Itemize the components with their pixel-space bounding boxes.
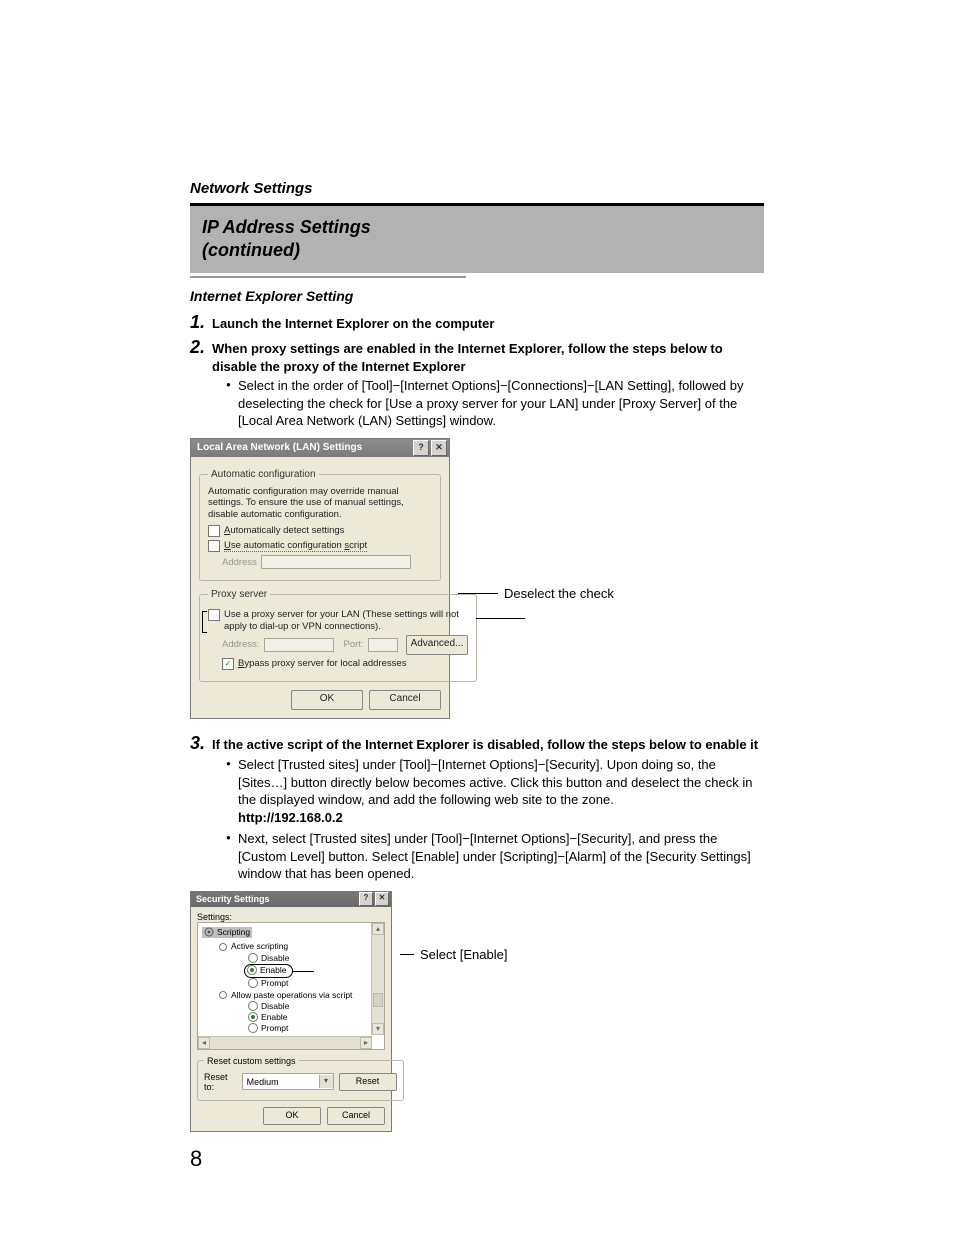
bullet: Select [Trusted sites] under [Tool]−[Int… xyxy=(226,756,764,826)
autoconfig-desc: Automatic configuration may override man… xyxy=(208,486,432,520)
tree-option[interactable]: Disable xyxy=(248,953,368,964)
enable-highlight: Enable xyxy=(244,964,293,978)
security-title: Security Settings xyxy=(196,894,270,904)
tree-label: Active scripting xyxy=(231,941,288,952)
tree-scripting[interactable]: Scripting xyxy=(202,927,252,938)
use-proxy-label: Use a proxy server for your LAN (These s… xyxy=(224,609,468,632)
scroll-up-icon[interactable]: ▴ xyxy=(372,923,384,935)
help-button[interactable]: ? xyxy=(413,440,429,456)
proxy-port-input[interactable] xyxy=(368,638,398,652)
gear-icon xyxy=(218,942,228,952)
proxy-address-input[interactable] xyxy=(264,638,334,652)
callout-bracket xyxy=(202,611,207,633)
security-callout: Select [Enable] xyxy=(420,947,507,962)
gear-icon xyxy=(204,927,214,937)
rule-mid xyxy=(190,276,466,278)
settings-tree[interactable]: Scripting Active scripting Disable xyxy=(197,922,385,1050)
help-button[interactable]: ? xyxy=(359,892,373,906)
step-text: If the active script of the Internet Exp… xyxy=(212,736,764,754)
close-button[interactable]: ✕ xyxy=(375,892,389,906)
lan-title: Local Area Network (LAN) Settings xyxy=(197,442,362,453)
tree-option[interactable]: Disable xyxy=(248,1001,368,1012)
gear-icon xyxy=(218,990,228,1000)
autoconfig-legend: Automatic configuration xyxy=(208,469,319,480)
address-label: Address xyxy=(222,557,257,568)
step-text: When proxy settings are enabled in the I… xyxy=(212,340,764,375)
url-text: http://192.168.0.2 xyxy=(238,810,343,825)
tree-option-enable[interactable]: Enable xyxy=(244,964,368,978)
security-titlebar: Security Settings ? ✕ xyxy=(191,892,391,907)
cancel-button[interactable]: Cancel xyxy=(327,1107,385,1125)
step-text: Launch the Internet Explorer on the comp… xyxy=(212,315,764,333)
lan-callout: Deselect the check xyxy=(504,586,614,601)
tree-label: Scripting xyxy=(217,927,250,938)
bullet: Next, select [Trusted sites] under [Tool… xyxy=(226,830,764,883)
proxy-port-label: Port: xyxy=(344,639,364,650)
step-3: 3. If the active script of the Internet … xyxy=(190,733,764,754)
address-input[interactable] xyxy=(261,555,411,569)
tree-active-scripting[interactable]: Active scripting xyxy=(218,941,368,952)
lan-titlebar: Local Area Network (LAN) Settings ? ✕ xyxy=(191,439,449,457)
autoconfig-group: Automatic configuration Automatic config… xyxy=(199,469,441,582)
bypass-checkbox[interactable]: ✓ xyxy=(222,658,234,670)
reset-legend: Reset custom settings xyxy=(204,1056,299,1066)
reset-to-label: Reset to: xyxy=(204,1072,237,1092)
lan-figure: Local Area Network (LAN) Settings ? ✕ Au… xyxy=(190,438,764,719)
bullet-text: Select [Trusted sites] under [Tool]−[Int… xyxy=(238,757,752,807)
banner-title-line1: IP Address Settings xyxy=(202,216,752,239)
subheading: Internet Explorer Setting xyxy=(190,288,764,304)
use-script-checkbox[interactable] xyxy=(208,540,220,552)
scroll-thumb[interactable] xyxy=(373,993,383,1007)
reset-level-value: Medium xyxy=(247,1077,279,1087)
tree-allow-paste[interactable]: Allow paste operations via script xyxy=(218,990,368,1001)
security-dialog: Security Settings ? ✕ Settings: Scriptin… xyxy=(190,891,392,1132)
bypass-label: Bypass proxy server for local addresses xyxy=(238,658,406,669)
chevron-down-icon: ▾ xyxy=(319,1075,333,1088)
horizontal-scrollbar[interactable]: ◂ ▸ xyxy=(198,1036,372,1049)
use-proxy-checkbox[interactable] xyxy=(208,609,220,621)
tree-option[interactable]: Prompt xyxy=(248,1023,368,1034)
close-button[interactable]: ✕ xyxy=(431,440,447,456)
proxy-address-label: Address: xyxy=(222,639,260,650)
title-banner: IP Address Settings (continued) xyxy=(190,206,764,273)
callout-tail xyxy=(292,971,314,972)
cancel-button[interactable]: Cancel xyxy=(369,690,441,710)
step-1: 1. Launch the Internet Explorer on the c… xyxy=(190,312,764,333)
tree-option[interactable]: Enable xyxy=(248,1012,368,1023)
auto-detect-checkbox[interactable] xyxy=(208,525,220,537)
reset-level-select[interactable]: Medium ▾ xyxy=(242,1073,334,1090)
tree-label: Allow paste operations via script xyxy=(231,990,352,1001)
scroll-left-icon[interactable]: ◂ xyxy=(198,1037,210,1049)
proxy-group: Proxy server Use a proxy server for your… xyxy=(199,589,477,682)
step-number: 3. xyxy=(190,733,208,754)
ok-button[interactable]: OK xyxy=(263,1107,321,1125)
scroll-down-icon[interactable]: ▾ xyxy=(372,1023,384,1035)
page-number: 8 xyxy=(190,1146,764,1172)
scroll-right-icon[interactable]: ▸ xyxy=(360,1037,372,1049)
section-label: Network Settings xyxy=(190,180,764,197)
reset-button[interactable]: Reset xyxy=(339,1073,397,1091)
security-figure: Security Settings ? ✕ Settings: Scriptin… xyxy=(190,891,764,1132)
callout-connector xyxy=(476,618,525,619)
step-number: 2. xyxy=(190,337,208,358)
bullet: Select in the order of [Tool]−[Internet … xyxy=(226,377,764,430)
callout-line xyxy=(400,954,414,955)
use-script-label: Use automatic configuration script xyxy=(224,540,367,552)
settings-label: Settings: xyxy=(197,912,385,922)
auto-detect-label: AAutomatically detect settingsutomatical… xyxy=(224,525,344,536)
banner-title-line2: (continued) xyxy=(202,239,752,262)
advanced-button[interactable]: Advanced... xyxy=(406,635,469,655)
proxy-legend: Proxy server xyxy=(208,589,270,600)
tree-option[interactable]: Prompt xyxy=(248,978,368,989)
reset-group: Reset custom settings Reset to: Medium ▾… xyxy=(197,1056,404,1101)
vertical-scrollbar[interactable]: ▴ ▾ xyxy=(371,923,384,1035)
step-2: 2. When proxy settings are enabled in th… xyxy=(190,337,764,375)
ok-button[interactable]: OK xyxy=(291,690,363,710)
lan-dialog: Local Area Network (LAN) Settings ? ✕ Au… xyxy=(190,438,450,719)
step-number: 1. xyxy=(190,312,208,333)
